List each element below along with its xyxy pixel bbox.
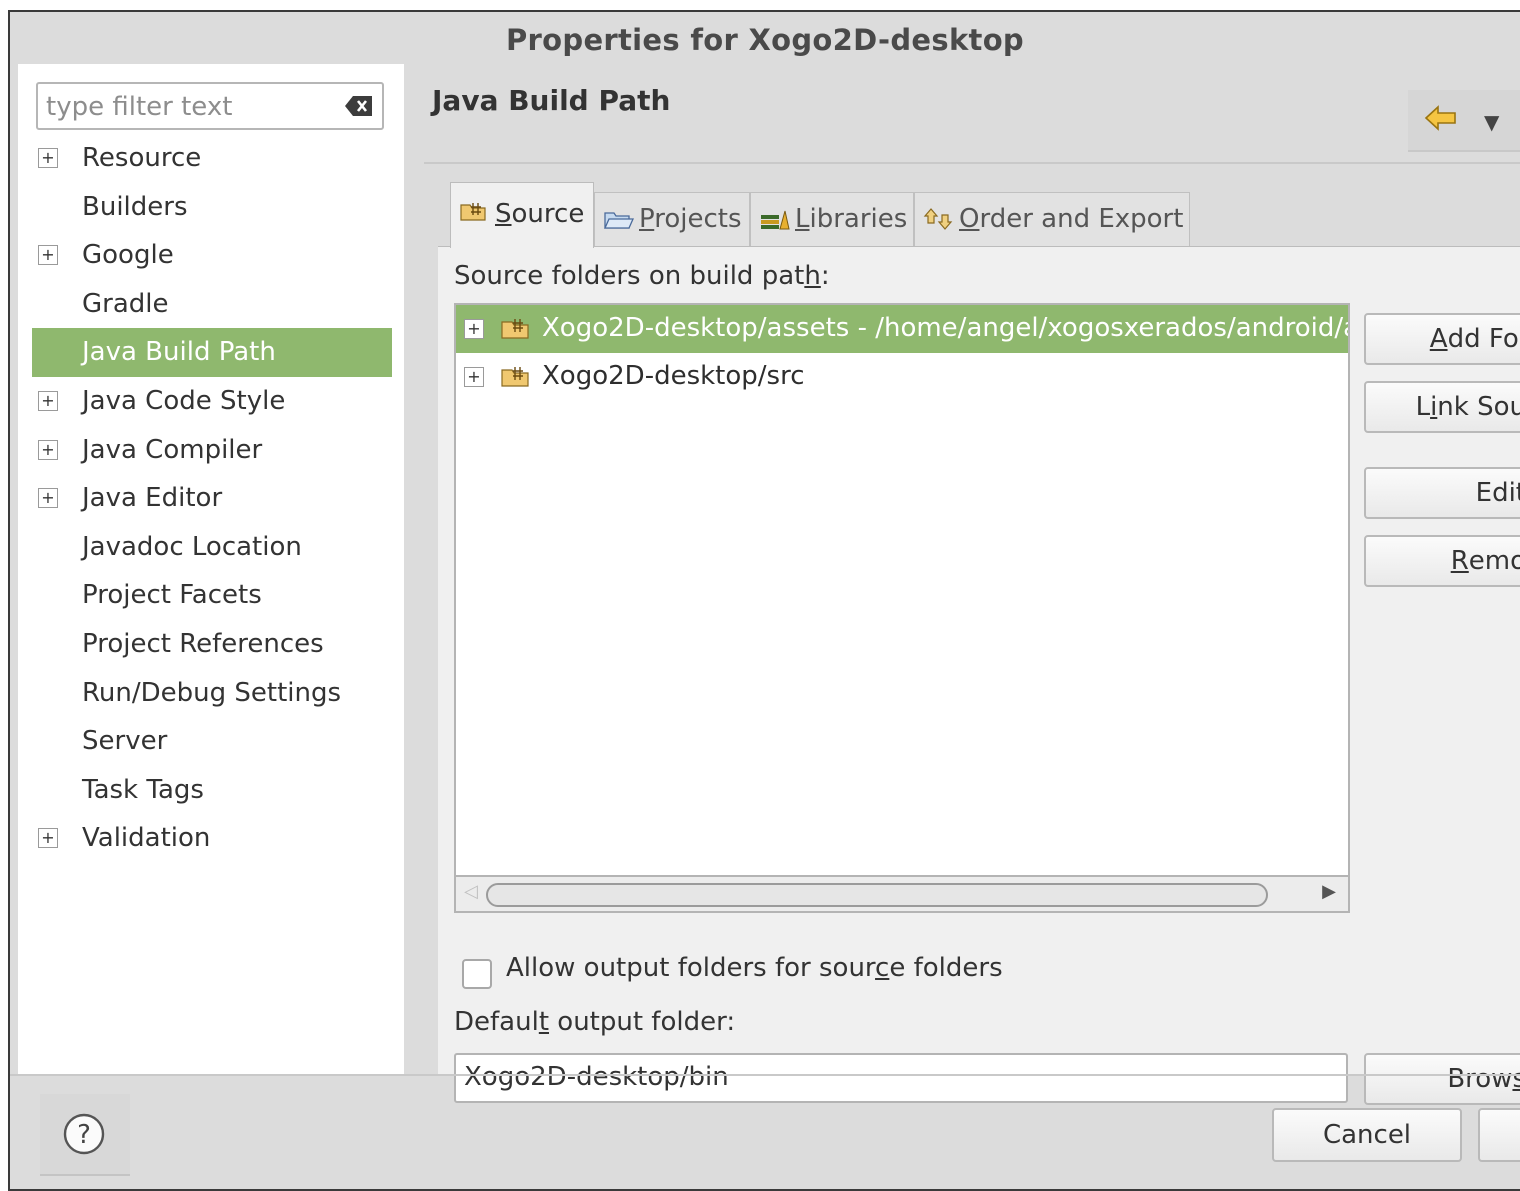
tree-item-label: Java Editor [82,483,223,514]
source-folder-path: Xogo2D-desktop/src [542,361,805,391]
tab-projects[interactable]: Projects [594,192,750,246]
left-panel: type filter text + Resource Builders + Googl… [18,64,404,1074]
tab-projects-mnemonic: P [639,204,655,234]
expand-icon[interactable]: + [38,148,58,168]
tree-item-label: Gradle [82,288,169,319]
scroll-left-icon[interactable]: ◁ [464,881,478,902]
tab-source-mnemonic: S [495,199,512,229]
tree-item-label: Java Code Style [82,385,286,416]
tab-projects-label: rojects [654,204,742,234]
default-output-field[interactable]: Xogo2D-desktop/bin [454,1053,1348,1103]
tree-item[interactable]: + Java Editor [18,474,404,523]
scrollbar-thumb[interactable] [486,883,1268,907]
libraries-icon [761,210,790,230]
dropdown-icon[interactable]: ▼ [1484,110,1499,134]
tree-item[interactable]: Builders [18,183,404,232]
header-separator [424,162,1520,164]
expand-icon[interactable]: + [38,439,58,460]
right-panel: Java Build Path ▼ Source Projects Librar… [404,64,1520,1105]
scroll-right-icon[interactable]: ▶ [1322,881,1336,902]
tree-item-label: Server [82,726,168,757]
tree-item-label: Java Build Path [82,337,276,368]
source-folder-icon [501,367,529,387]
properties-dialog: Properties for Xogo2D-desktop type filte… [8,10,1520,1191]
tree-item[interactable]: Javadoc Location [18,523,404,572]
source-folders-list[interactable]: + Xogo2D-desktop/assets - /home/angel/xo… [454,303,1350,877]
tab-libraries-label: ibraries [809,204,908,234]
tab-libraries[interactable]: Libraries [750,192,914,246]
add-folder-button[interactable]: Add Fol [1364,313,1520,365]
help-icon: ? [63,1113,105,1155]
projects-folder-icon [603,212,635,229]
expand-icon[interactable]: + [38,390,58,411]
filter-input[interactable]: type filter text [36,82,384,130]
tree-item[interactable]: Project References [18,620,404,669]
tree-item-label: Javadoc Location [82,531,302,562]
tree-item[interactable]: Server [18,717,404,766]
clear-filter-icon[interactable] [344,94,374,118]
tab-source-label: ource [511,199,585,229]
tree-item[interactable]: Run/Debug Settings [18,669,404,718]
source-folder-row[interactable]: + Xogo2D-desktop/assets - /home/angel/xo… [456,305,1348,353]
tab-source[interactable]: Source [450,182,594,248]
tree-item-label: Builders [82,191,188,222]
source-folders-label: Source folders on build path: [454,261,830,291]
tree-item[interactable]: + Google [18,231,404,280]
tree-item[interactable]: + Resource [18,134,404,183]
allow-output-checkbox[interactable] [462,959,492,989]
tree-item-label: Google [82,240,174,271]
tree-item[interactable]: Java Build Path [32,328,392,377]
preferences-tree: + Resource Builders + Google Gradle Java Build… [18,134,404,863]
default-output-label: Default output folder: [454,1007,736,1037]
window-title: Properties for Xogo2D-desktop [10,12,1520,68]
expand-icon[interactable]: + [464,319,484,339]
footer-separator [10,1074,1520,1076]
help-button[interactable]: ? [40,1094,130,1176]
source-folder-row[interactable]: + Xogo2D-desktop/src [456,353,1348,401]
expand-icon[interactable]: + [464,367,484,387]
cancel-button[interactable]: Cancel [1272,1108,1462,1162]
page-title: Java Build Path [432,84,671,117]
tree-item[interactable]: Task Tags [18,766,404,815]
navigation-box: ▼ [1408,90,1520,152]
source-folder-icon [501,319,529,339]
tab-order-export[interactable]: Order and Export [914,192,1190,246]
allow-output-label: Allow output folders for source folders [506,953,1003,983]
tree-item[interactable]: + Java Compiler [18,426,404,475]
tree-item-label: Task Tags [82,774,204,805]
tree-item-label: Validation [82,823,211,854]
tree-item[interactable]: + Validation [18,814,404,863]
tab-order-label: rder and Export [979,204,1184,234]
tree-item-label: Java Compiler [82,434,263,465]
tree-item-label: Project Facets [82,580,262,611]
horizontal-scrollbar[interactable]: ◁ ▶ [454,877,1350,913]
link-source-button[interactable]: Link Sou [1364,381,1520,433]
order-export-icon [923,208,953,230]
filter-placeholder: type filter text [46,92,233,122]
svg-text:?: ? [77,1120,91,1150]
browse-button[interactable]: Brows [1364,1053,1520,1105]
tree-item[interactable]: Project Facets [18,571,404,620]
remove-button[interactable]: Remo [1364,535,1520,587]
tab-libraries-mnemonic: L [795,204,810,234]
tree-item[interactable]: Gradle [18,280,404,329]
tree-item[interactable]: + Java Code Style [18,377,404,426]
source-tab-content: Source folders on build path: + Xogo2D-d… [438,246,1520,1105]
expand-icon[interactable]: + [38,828,58,849]
tree-item-label: Resource [82,143,202,173]
edit-button[interactable]: Edit [1364,467,1520,519]
tree-item-label: Run/Debug Settings [82,677,342,708]
tree-item-label: Project References [82,628,324,659]
expand-icon[interactable]: + [38,245,58,266]
expand-icon[interactable]: + [38,488,58,509]
tab-order-mnemonic: O [959,204,980,234]
source-folder-path: Xogo2D-desktop/assets - /home/angel/xogo… [542,313,1348,343]
source-folder-icon [460,203,486,221]
ok-button[interactable] [1478,1108,1520,1162]
back-arrow-icon[interactable] [1424,104,1458,132]
